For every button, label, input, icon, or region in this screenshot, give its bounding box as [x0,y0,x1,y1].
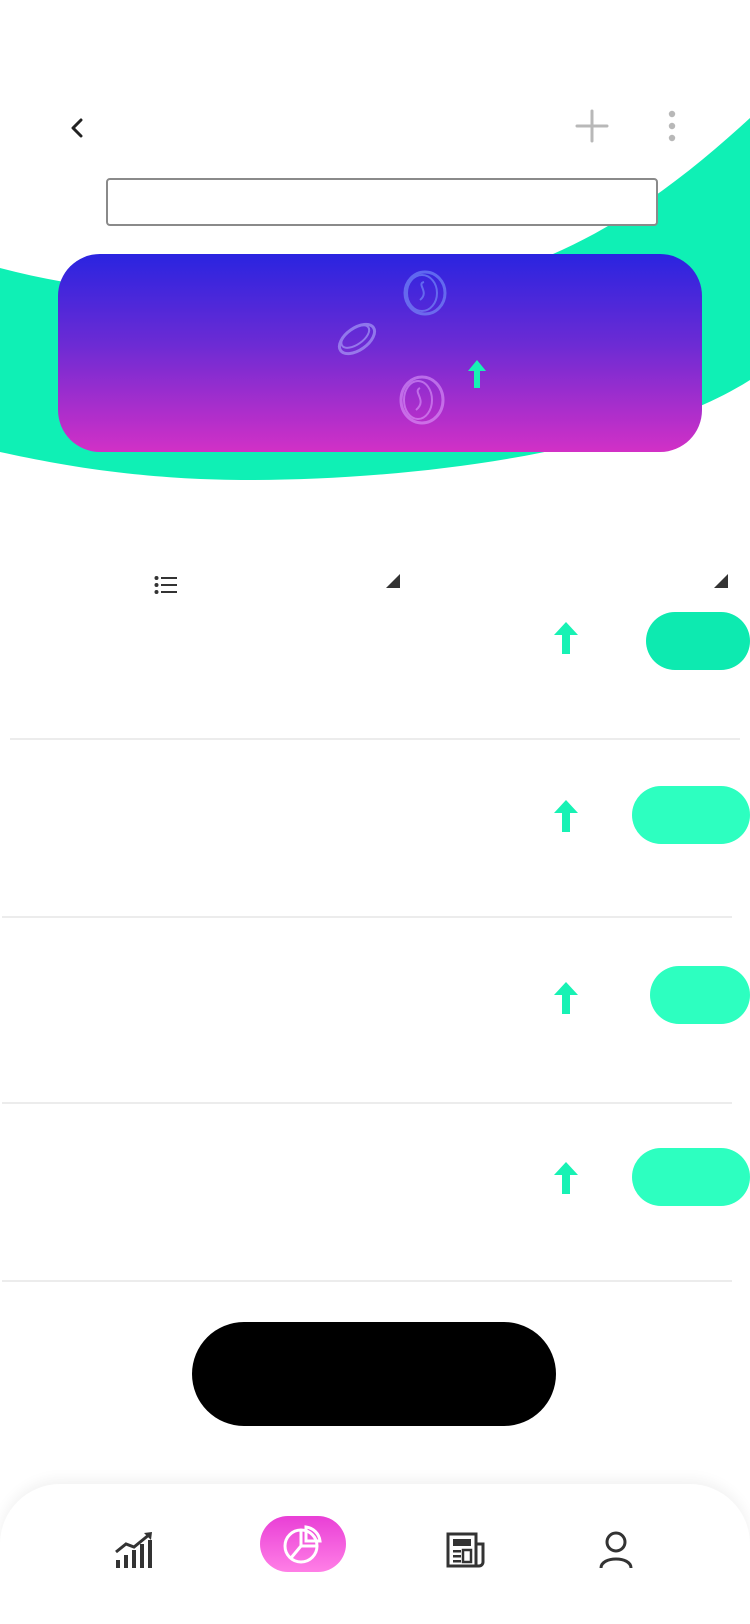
arrow-up-icon [554,800,578,832]
list-item[interactable] [0,1104,750,1282]
change-badge [650,966,750,1024]
list-item[interactable] [0,600,750,740]
balance-hero-card [58,254,702,452]
change-badge [646,612,750,670]
more-options-button[interactable] [652,104,692,148]
change-badge [632,1148,750,1206]
add-button[interactable] [570,104,614,148]
list-icon [154,576,177,594]
pie-chart-icon [283,1525,322,1564]
arrow-up-icon [554,622,578,654]
search-input[interactable] [106,178,658,226]
nav-item-news[interactable] [436,1520,496,1580]
nav-item-profile[interactable] [586,1520,646,1580]
coin-icon [403,270,447,316]
more-vertical-icon [668,110,676,142]
chevron-left-icon [71,118,83,138]
row-divider [2,1280,732,1282]
list-view-toggle[interactable] [154,570,178,600]
arrow-up-icon [554,982,578,1014]
sort-column-price[interactable] [386,566,400,596]
nav-item-market[interactable] [104,1520,164,1580]
change-badge [632,786,750,844]
market-chart-icon [115,1532,152,1568]
nav-item-portfolio[interactable] [260,1516,346,1572]
back-button[interactable] [56,106,100,150]
coin-icon [399,375,445,425]
list-item[interactable] [0,740,750,918]
plus-icon [575,109,609,143]
arrow-up-icon [554,1162,578,1194]
bottom-navigation [0,1484,750,1624]
sort-column-change[interactable] [714,566,728,596]
primary-action-button[interactable] [192,1322,556,1426]
list-item[interactable] [0,918,750,1104]
coin-icon [337,322,377,356]
sort-corner-icon [714,574,728,588]
arrow-up-icon [468,360,486,388]
news-icon [446,1532,485,1568]
user-icon [599,1531,633,1569]
sort-corner-icon [386,574,400,588]
